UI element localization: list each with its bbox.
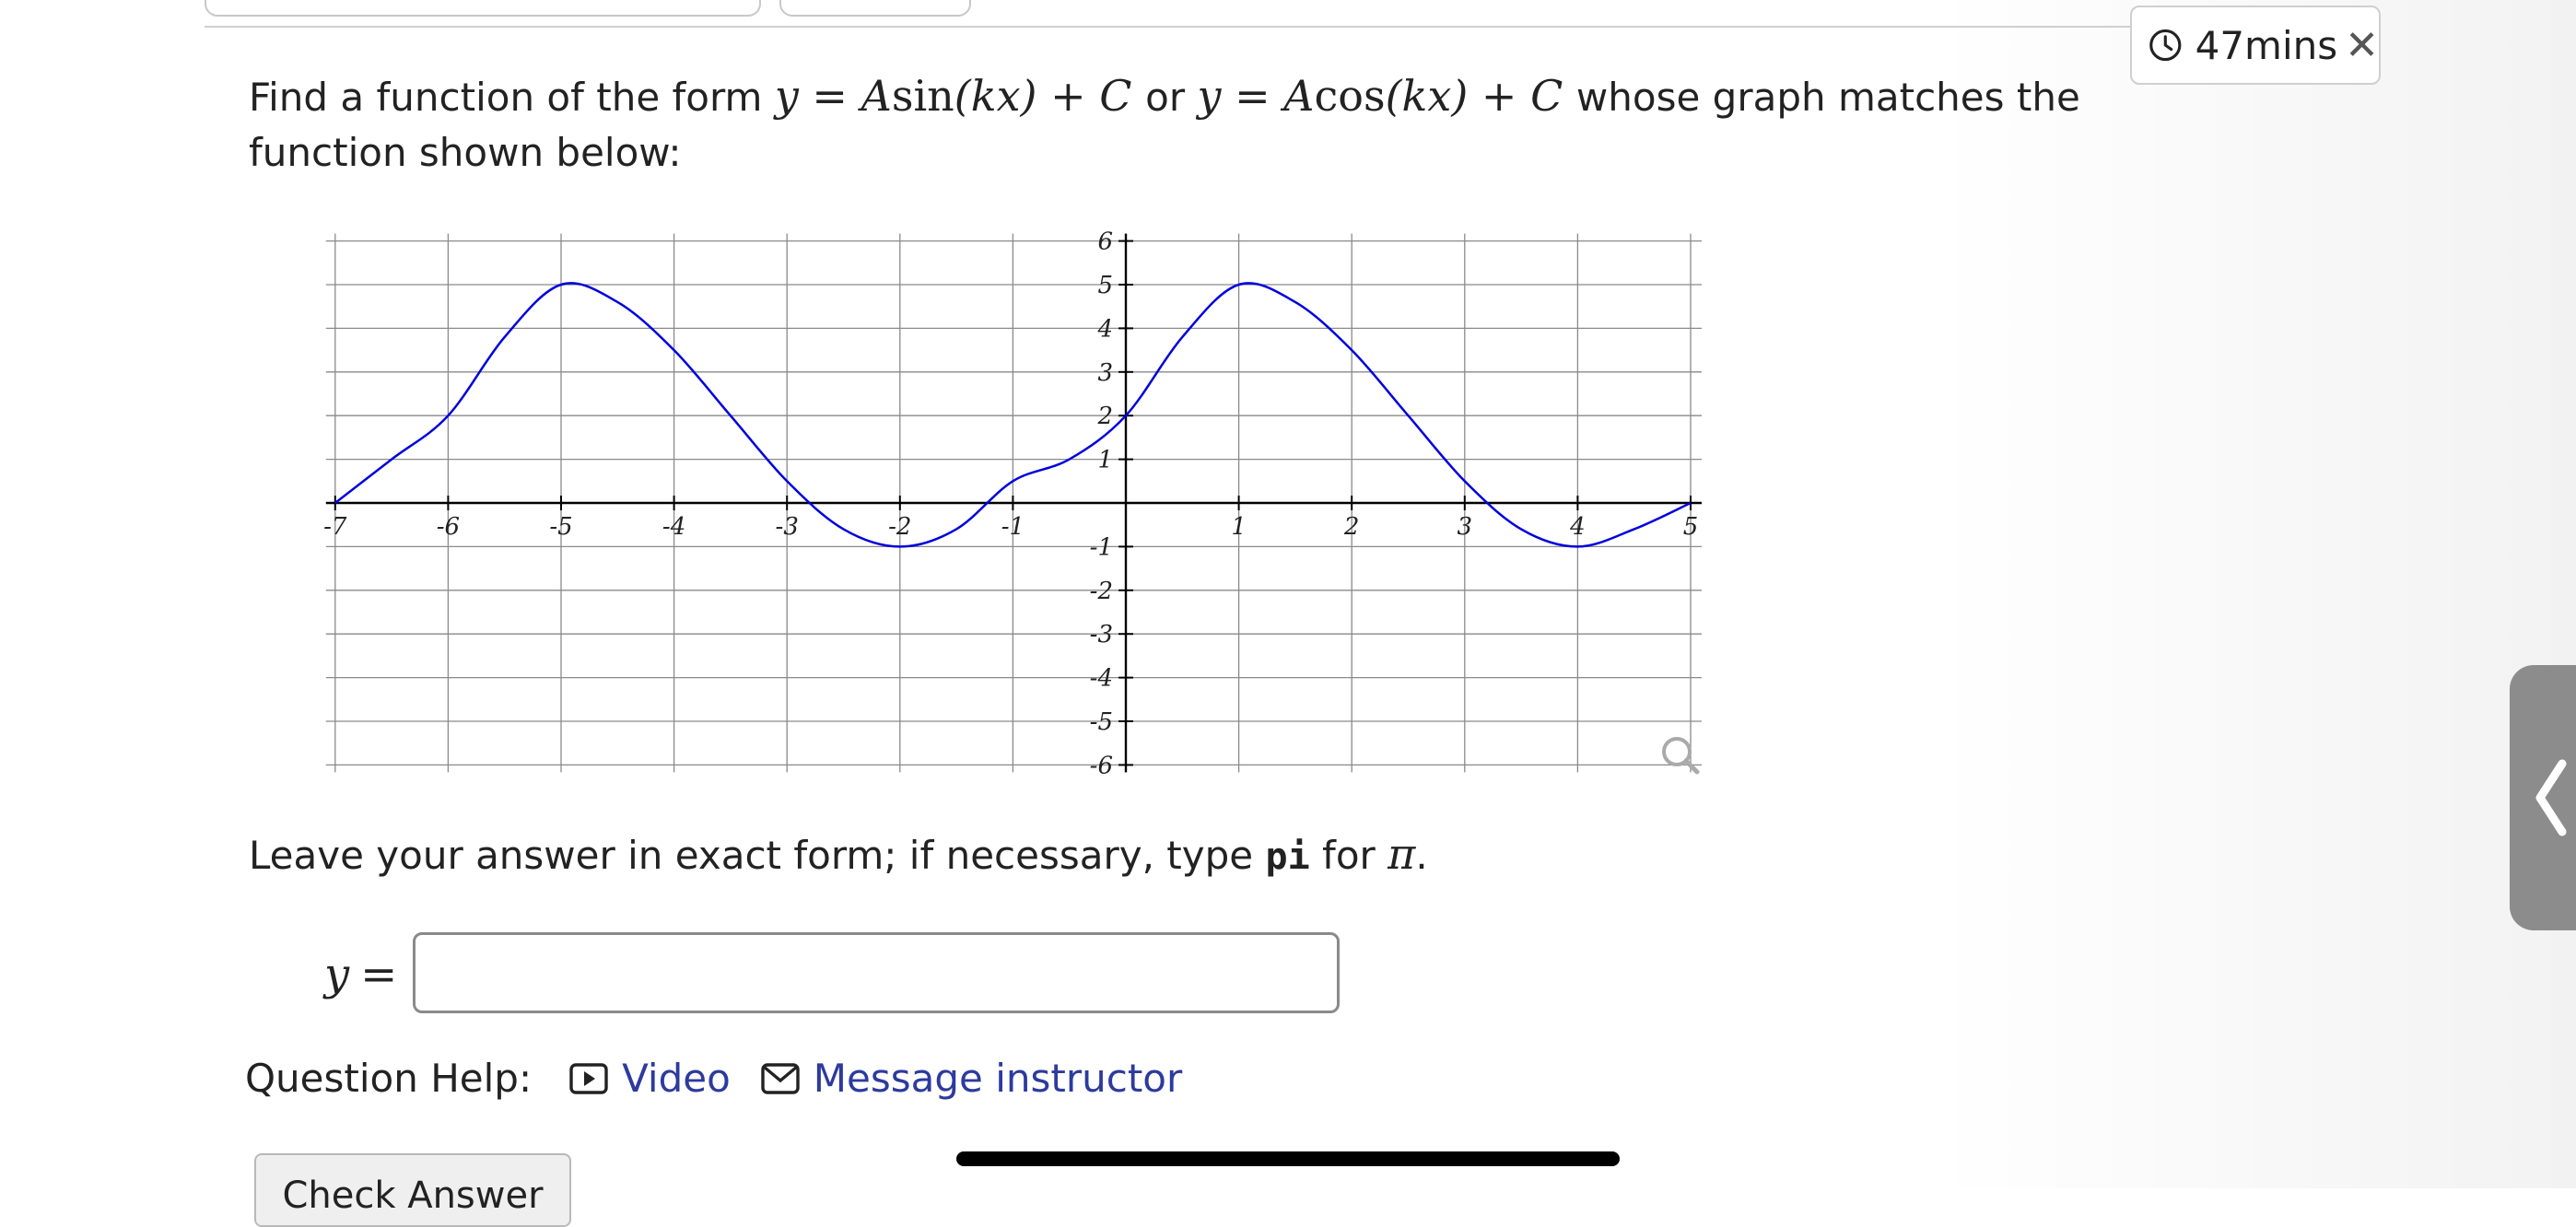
answer-input[interactable]	[413, 932, 1340, 1013]
x-tick-label: -7	[323, 513, 347, 541]
y-tick-label: -6	[1090, 752, 1113, 779]
x-tick-label: -2	[888, 513, 911, 541]
formula-cos: y = Acos(kx) + C	[1197, 71, 1563, 121]
y-tick-label: -3	[1090, 621, 1113, 649]
close-icon[interactable]: ✕	[2345, 22, 2379, 69]
y-tick-label: -2	[1090, 578, 1113, 605]
function-graph[interactable]: -7 -6 -5 -4 -3 -2 -1 1 2 3 4 5 -6 -5 -4 -3 -2 -1 1 2 3 4 5 6	[322, 219, 1714, 790]
y-tick-label: -1	[1090, 533, 1113, 561]
mail-icon	[761, 1062, 800, 1094]
video-link[interactable]: Video	[568, 1056, 731, 1101]
x-tick-label: 3	[1458, 513, 1473, 541]
clock-icon	[2149, 29, 2182, 62]
formula-sin: y = Asin(kx) + C	[774, 71, 1132, 121]
message-instructor-link[interactable]: Message instructor	[760, 1056, 1182, 1101]
answer-label: y =	[324, 949, 398, 1000]
y-tick-label: -4	[1090, 665, 1113, 693]
x-tick-label: 2	[1343, 513, 1360, 541]
graph-axes	[325, 233, 1702, 773]
top-button-partial	[779, 0, 971, 17]
top-divider	[205, 26, 2130, 28]
x-tick-label: 1	[1231, 513, 1247, 541]
side-panel-tab[interactable]	[2510, 665, 2576, 930]
y-tick-label: 2	[1096, 403, 1113, 430]
y-tick-label: -5	[1090, 708, 1113, 736]
y-tick-label: 3	[1097, 359, 1113, 387]
y-tick-label: 6	[1097, 228, 1113, 256]
pi-symbol: π	[1388, 829, 1416, 879]
x-tick-label: -3	[776, 513, 799, 541]
x-tick-label: -1	[1001, 513, 1025, 541]
question-help: Question Help: Video Message instructor	[245, 1056, 1212, 1101]
y-tick-label: 4	[1096, 315, 1113, 343]
check-answer-button[interactable]: Check Answer	[254, 1153, 571, 1227]
prompt-or: or	[1145, 75, 1186, 120]
timer-text: 47mins	[2195, 22, 2338, 68]
home-indicator[interactable]	[956, 1151, 1620, 1166]
help-label: Question Help:	[245, 1056, 533, 1101]
question-prompt: Find a function of the form y = Asin(kx)…	[249, 68, 2193, 181]
x-tick-label: -5	[549, 513, 572, 541]
x-tick-label: -6	[437, 513, 460, 541]
y-tick-label: 5	[1097, 272, 1113, 299]
video-icon	[569, 1062, 608, 1094]
instructions-text: Leave your answer in exact form; if nece…	[249, 829, 1428, 879]
chevron-left-icon	[2535, 759, 2567, 836]
code-pi: pi	[1265, 836, 1310, 878]
x-tick-label: 4	[1569, 513, 1586, 541]
y-tick-label: 1	[1097, 447, 1113, 474]
x-tick-label: 5	[1683, 513, 1699, 541]
prompt-lead: Find a function of the form	[249, 75, 763, 120]
magnifier-icon[interactable]	[1662, 737, 1700, 775]
x-tick-label: -4	[662, 513, 685, 541]
top-field-partial	[205, 0, 761, 17]
